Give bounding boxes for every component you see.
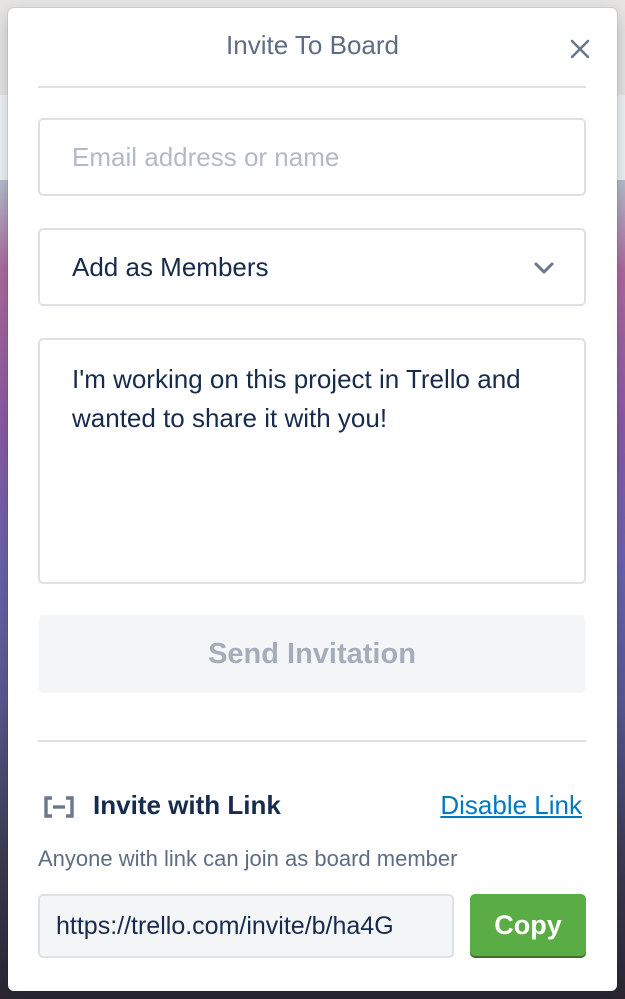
invite-link-description: Anyone with link can join as board membe… — [38, 846, 458, 871]
invite-link-title: Invite with Link — [93, 790, 281, 820]
close-button[interactable] — [565, 34, 595, 64]
invitation-message-textarea[interactable]: I'm working on this project in Trello an… — [38, 338, 586, 584]
header-divider — [38, 86, 586, 88]
role-select-value: Add as Members — [72, 251, 269, 282]
section-divider — [38, 740, 586, 742]
invite-link-header: Invite with Link Disable Link — [38, 788, 586, 828]
copy-link-button[interactable]: Copy — [470, 894, 586, 956]
link-icon — [44, 796, 74, 818]
chevron-down-icon — [534, 262, 554, 274]
email-input[interactable] — [38, 118, 586, 196]
popover-title: Invite To Board — [226, 30, 399, 60]
invite-to-board-popover: Invite To Board Add as Members I'm worki… — [8, 8, 617, 991]
disable-link-button[interactable]: Disable Link — [440, 790, 582, 821]
popover-header: Invite To Board — [8, 8, 617, 88]
send-invitation-button[interactable]: Send Invitation — [39, 615, 585, 693]
role-select[interactable]: Add as Members — [38, 228, 586, 306]
close-icon — [570, 39, 590, 59]
invite-link-url-field[interactable] — [38, 894, 454, 958]
